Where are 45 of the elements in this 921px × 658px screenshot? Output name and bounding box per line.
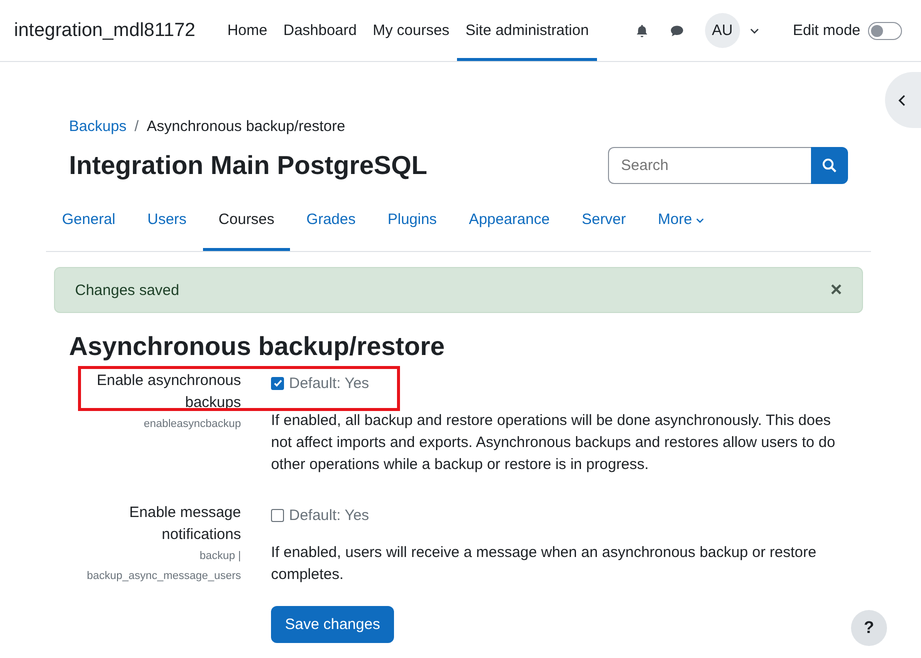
bell-icon[interactable] [634,24,649,38]
tab[interactable]: General [46,202,132,251]
drawer-toggle-button[interactable] [885,72,921,128]
edit-mode-label: Edit mode [792,22,860,39]
caret-icon[interactable] [750,28,759,34]
save-button[interactable]: Save changes [271,606,394,643]
alert-message: Changes saved [75,282,180,298]
current-page-label: Asynchronous backup/restore [146,118,346,135]
setting-label: Enable asynchronous backups [96,371,241,413]
checkbox[interactable] [271,376,284,390]
tab[interactable]: Appearance [452,202,566,251]
user-avatar[interactable]: AU [704,13,740,48]
help-button[interactable]: ? [851,610,887,646]
nav-link[interactable]: Dashboard [275,0,365,61]
setting-label: Enable message notifications [128,503,241,545]
checkbox[interactable] [271,508,284,522]
search-button[interactable] [811,147,848,184]
chat-icon[interactable] [668,24,685,38]
edit-mode-switch[interactable] [868,22,902,40]
setting-name: backup | [200,549,241,564]
setting-description: If enabled, users will receive a message when an asynchronous backup or restore completes. [271,543,818,585]
page-title: Integration Main PostgreSQL [69,150,428,181]
chevron-left-icon [898,94,906,106]
caret-icon [696,218,704,223]
tab[interactable]: Users [131,202,203,251]
breadcrumb-link[interactable]: Backups [69,118,127,135]
nav-link[interactable]: Home [219,0,276,61]
tab[interactable]: More [642,202,720,251]
search-icon [822,158,837,173]
section-title: Asynchronous backup/restore [69,331,446,362]
setting-name: backup_async_message_users [86,569,241,584]
tab[interactable]: Plugins [372,202,453,251]
nav-link[interactable]: My courses [364,0,458,61]
default-value: Default: Yes [289,374,370,392]
tab[interactable]: Grades [290,202,372,251]
default-value: Default: Yes [289,506,370,524]
setting-name: enableasyncbackup [144,417,241,432]
nav-link[interactable]: Site administration [457,0,597,61]
site-name[interactable]: integration_mdl81172 [14,20,196,42]
breadcrumb-separator: / [134,118,139,135]
tab[interactable]: Courses [202,202,290,251]
setting-description: If enabled, all backup and restore operations will be done asynchronously. This does not affect imports and exports. Asynchronous backups and restores allow users to do other operations while a backup or restore is in progress. [271,411,836,475]
search-field[interactable]: Search [608,147,811,184]
tab[interactable]: Server [566,202,642,251]
close-button[interactable]: × [830,278,842,302]
